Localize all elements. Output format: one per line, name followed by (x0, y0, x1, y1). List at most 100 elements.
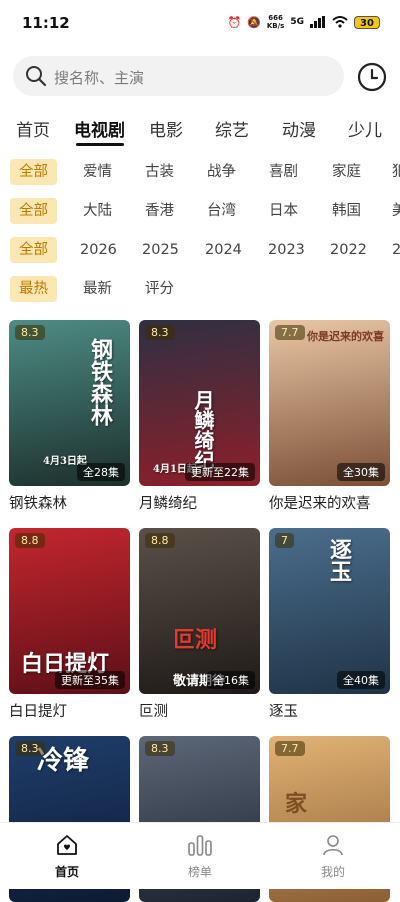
bottom-tab-profile[interactable]: 我的 (293, 833, 373, 880)
filter-chip[interactable]: 全部 (10, 159, 57, 185)
history-icon[interactable] (357, 62, 387, 92)
media-title: 白日提灯 (9, 704, 67, 720)
poster-title-text: 钢铁森林 (87, 338, 113, 426)
filter-row-sort: 最热 最新 评分 (0, 276, 400, 306)
poster-title-text: 你是迟来的欢喜 (307, 330, 384, 343)
tab-movie[interactable]: 电影 (149, 116, 183, 141)
media-title: 逐玉 (269, 704, 298, 720)
bottom-tab-ranking[interactable]: 榜单 (160, 833, 240, 880)
episode-badge: 全40集 (337, 671, 385, 689)
filter-chip[interactable]: 2024 (205, 237, 242, 263)
net-speed-unit: KB/s (266, 22, 285, 30)
poster-title-text: 叵测 (173, 627, 218, 653)
filter-chip[interactable]: 评分 (145, 276, 174, 302)
filter-chip[interactable]: 台湾 (207, 198, 236, 224)
filter-chip[interactable]: 韩国 (332, 198, 361, 224)
score-badge: 8.8 (15, 533, 45, 548)
signal-icon (310, 16, 325, 28)
mute-icon: 🔕 (247, 15, 261, 29)
filter-chip[interactable]: 美 (392, 198, 400, 224)
bottom-tab-label: 榜单 (187, 865, 212, 879)
alarm-icon: ⏰ (227, 15, 242, 29)
poster: 月鳞绮纪 4月1日起 8.3 更新至22集 (139, 320, 260, 486)
episode-badge: 全30集 (337, 463, 385, 481)
status-time: 11:12 (22, 14, 70, 32)
episode-badge: 更新至22集 (185, 463, 255, 481)
status-bar: 11:12 ⏰ 🔕 666 KB/s 5G 30 (0, 0, 400, 46)
filter-chip[interactable]: 最热 (10, 276, 57, 302)
net-speed: 666 KB/s (267, 14, 284, 30)
media-card[interactable]: 你是迟来的欢喜 7.7 全30集 你是迟来的欢喜 (269, 320, 390, 513)
bottom-tab-label: 首页 (54, 865, 79, 879)
tab-kids[interactable]: 少儿 (348, 116, 382, 141)
media-title: 你是迟来的欢喜 (269, 496, 371, 512)
poster: 白日提灯 8.8 更新至35集 (9, 528, 130, 694)
tab-home[interactable]: 首页 (16, 116, 50, 141)
score-badge: 8.8 (145, 533, 175, 548)
poster-title-text: 逐玉 (326, 538, 352, 582)
episode-badge: 更新至35集 (55, 671, 125, 689)
media-card[interactable]: 逐玉 7 全40集 逐玉 (269, 528, 390, 721)
score-badge: 8.3 (15, 741, 45, 756)
bottom-tab-home[interactable]: 首页 (27, 833, 107, 880)
score-badge: 8.3 (145, 325, 175, 340)
score-badge: 7.7 (275, 325, 305, 340)
filter-row-region: 全部 大陆 香港 台湾 日本 韩国 美 (0, 198, 400, 228)
category-tabs: 首页 电视剧 电影 综艺 动漫 少儿 (0, 110, 400, 150)
bottom-tab-bar: 首页 榜单 我的 (0, 822, 400, 889)
filter-chip[interactable]: 全部 (10, 237, 57, 263)
filter-chip[interactable]: 喜剧 (269, 159, 298, 185)
episode-badge: 全28集 (77, 463, 125, 481)
score-badge: 8.3 (15, 325, 45, 340)
filter-chip[interactable]: 日本 (269, 198, 298, 224)
poster: 你是迟来的欢喜 7.7 全30集 (269, 320, 390, 486)
filter-chip[interactable]: 2025 (142, 237, 179, 263)
home-icon (57, 835, 77, 855)
filter-chip[interactable]: 大陆 (83, 198, 112, 224)
filter-chip[interactable]: 2022 (330, 237, 367, 263)
filter-chip[interactable]: 2023 (268, 237, 305, 263)
net-speed-value: 666 (268, 14, 283, 22)
score-badge: 8.3 (145, 741, 175, 756)
filter-chip[interactable]: 2026 (80, 237, 117, 263)
search-icon (26, 66, 47, 87)
search-placeholder: 搜名称、主演 (54, 69, 145, 87)
filter-chip[interactable]: 古装 (145, 159, 174, 185)
media-title: 月鳞绮纪 (139, 496, 197, 512)
filter-chip[interactable]: 香港 (145, 198, 174, 224)
score-badge: 7.7 (275, 741, 305, 756)
media-card[interactable]: 钢铁森林 4月3日起 8.3 全28集 钢铁森林 (9, 320, 130, 513)
poster: 叵测 敬请期待 8.8 全16集 (139, 528, 260, 694)
status-icons: ⏰ 🔕 666 KB/s 5G 30 (227, 14, 380, 30)
battery-icon: 30 (354, 15, 380, 29)
media-title: 叵测 (139, 704, 168, 720)
filter-chip[interactable]: 爱情 (83, 159, 112, 185)
filter-row-year: 全部 2026 2025 2024 2023 2022 2 (0, 237, 400, 267)
poster-title-text: 冷锋 (37, 746, 90, 776)
active-tab-indicator (76, 143, 124, 146)
wifi-icon (332, 16, 348, 28)
score-badge: 7 (275, 533, 294, 548)
signal-label: 5G (290, 17, 304, 27)
person-icon (323, 835, 343, 856)
bottom-tab-label: 我的 (320, 865, 345, 879)
filter-chip[interactable]: 战争 (207, 159, 236, 185)
tab-anime[interactable]: 动漫 (282, 116, 316, 141)
filter-chip[interactable]: 最新 (83, 276, 112, 302)
filter-row-genre: 全部 爱情 古装 战争 喜剧 家庭 犯 (0, 159, 400, 189)
media-title: 钢铁森林 (9, 496, 67, 512)
search-input[interactable]: 搜名称、主演 (13, 56, 344, 96)
chart-bars-icon (188, 835, 212, 856)
media-card[interactable]: 月鳞绮纪 4月1日起 8.3 更新至22集 月鳞绮纪 (139, 320, 260, 513)
tab-variety[interactable]: 综艺 (215, 116, 249, 141)
filter-chip[interactable]: 全部 (10, 198, 57, 224)
poster: 逐玉 7 全40集 (269, 528, 390, 694)
filter-chip[interactable]: 家庭 (332, 159, 361, 185)
filter-chip[interactable]: 2 (392, 237, 400, 263)
poster: 钢铁森林 4月3日起 8.3 全28集 (9, 320, 130, 486)
poster-title-text: 月鳞绮纪 (191, 390, 215, 470)
media-card[interactable]: 白日提灯 8.8 更新至35集 白日提灯 (9, 528, 130, 721)
media-card[interactable]: 叵测 敬请期待 8.8 全16集 叵测 (139, 528, 260, 721)
tab-tv[interactable]: 电视剧 (74, 116, 125, 141)
filter-chip[interactable]: 犯 (392, 159, 400, 185)
